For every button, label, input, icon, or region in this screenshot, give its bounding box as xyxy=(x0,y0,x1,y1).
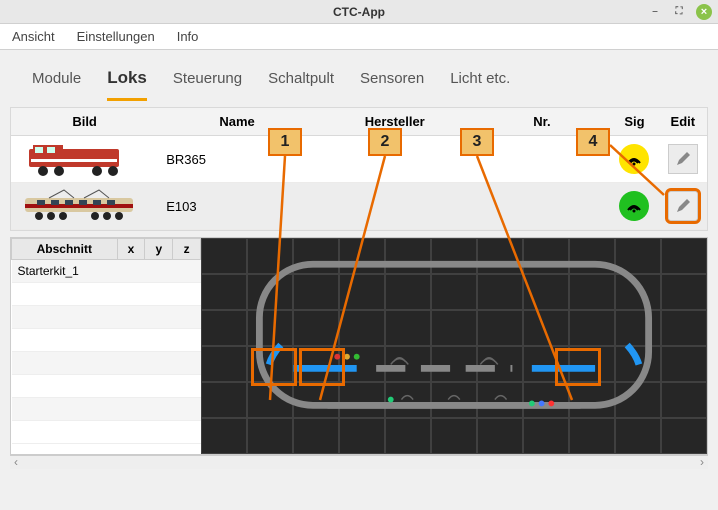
col-name[interactable]: Name xyxy=(158,108,316,136)
table-row[interactable]: E103 xyxy=(11,183,707,230)
lok-nr xyxy=(474,136,611,183)
signal-icon xyxy=(619,191,649,221)
lok-image xyxy=(19,187,139,225)
menu-info[interactable]: Info xyxy=(177,29,199,44)
lok-name: BR365 xyxy=(158,136,316,183)
tab-licht[interactable]: Licht etc. xyxy=(450,66,510,100)
lok-hersteller xyxy=(316,136,474,183)
col-hersteller[interactable]: Hersteller xyxy=(316,108,474,136)
tab-steuerung[interactable]: Steuerung xyxy=(173,66,242,100)
menu-einstellungen[interactable]: Einstellungen xyxy=(77,29,155,44)
track-highlight-1 xyxy=(251,348,297,386)
lok-image xyxy=(19,140,139,178)
horizontal-scrollbar[interactable] xyxy=(10,455,708,469)
col-z[interactable]: z xyxy=(173,239,201,260)
tab-schaltpult[interactable]: Schaltpult xyxy=(268,66,334,100)
lok-name: E103 xyxy=(158,183,316,230)
window-close-icon[interactable]: × xyxy=(696,4,712,20)
col-x[interactable]: x xyxy=(117,239,145,260)
edit-button[interactable] xyxy=(668,144,698,174)
col-sig[interactable]: Sig xyxy=(610,108,658,136)
section-name: Starterkit_1 xyxy=(12,260,201,283)
menubar: Ansicht Einstellungen Info xyxy=(0,24,718,50)
lok-nr xyxy=(474,183,611,230)
col-edit[interactable]: Edit xyxy=(659,108,707,136)
signal-icon xyxy=(619,144,649,174)
lok-hersteller xyxy=(316,183,474,230)
track-layout[interactable] xyxy=(201,238,707,454)
tab-module[interactable]: Module xyxy=(32,66,81,100)
edit-button[interactable] xyxy=(668,191,698,221)
tab-sensoren[interactable]: Sensoren xyxy=(360,66,424,100)
main-tabs: Module Loks Steuerung Schaltpult Sensore… xyxy=(10,64,708,101)
col-bild[interactable]: Bild xyxy=(11,108,158,136)
loks-table: Bild Name Hersteller Nr. Sig Edit xyxy=(10,107,708,231)
menu-ansicht[interactable]: Ansicht xyxy=(12,29,55,44)
table-row[interactable]: BR365 xyxy=(11,136,707,183)
col-y[interactable]: y xyxy=(145,239,173,260)
section-row[interactable]: Starterkit_1 xyxy=(12,260,201,283)
track-highlight-3 xyxy=(555,348,601,386)
window-titlebar: CTC-App – ⛶ × xyxy=(0,0,718,24)
tab-loks[interactable]: Loks xyxy=(107,64,147,101)
window-maximize-icon[interactable]: ⛶ xyxy=(672,5,686,19)
section-table: Abschnitt x y z Starterkit_1 xyxy=(11,238,201,454)
col-nr[interactable]: Nr. xyxy=(474,108,611,136)
window-minimize-icon[interactable]: – xyxy=(648,5,662,19)
window-title: CTC-App xyxy=(333,5,385,19)
track-highlight-2 xyxy=(299,348,345,386)
col-abschnitt[interactable]: Abschnitt xyxy=(12,239,118,260)
